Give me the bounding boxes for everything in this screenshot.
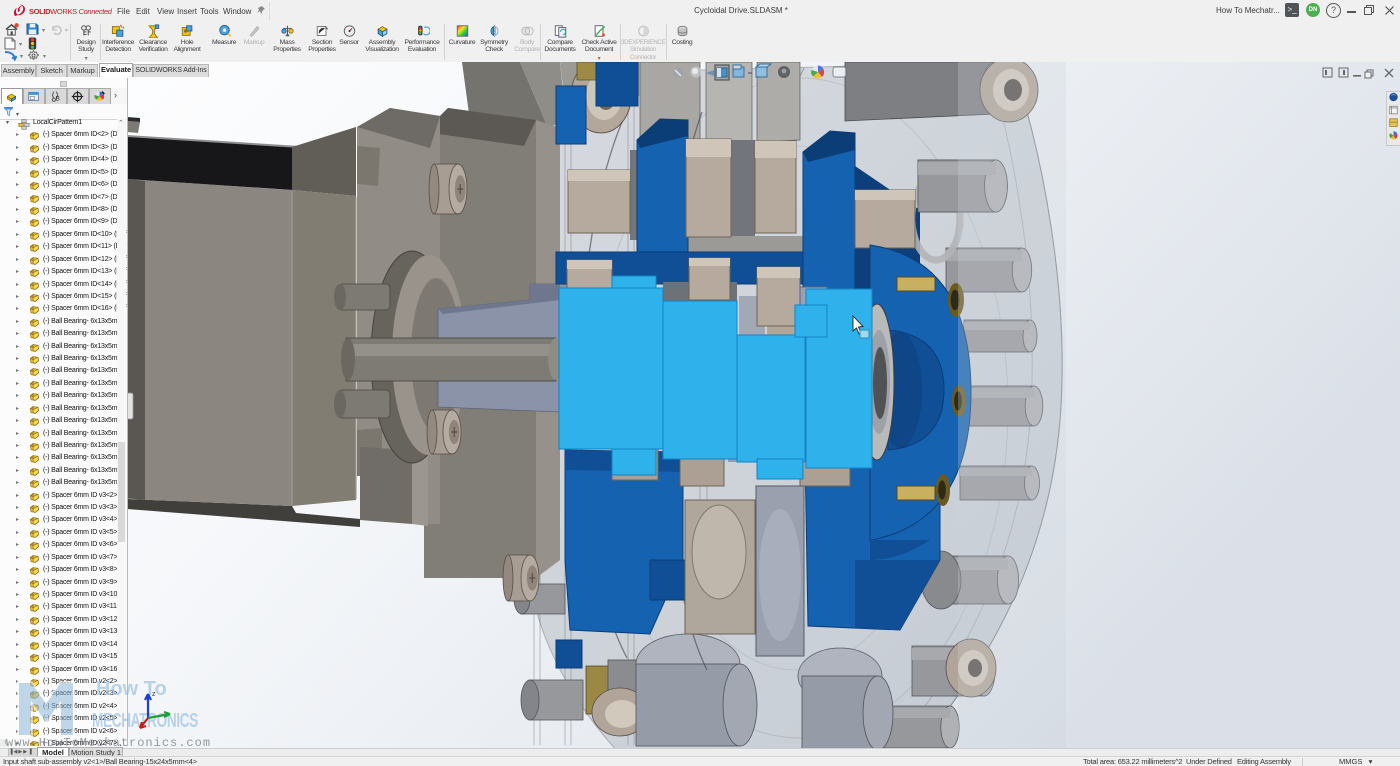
svg-text:z: z xyxy=(152,691,156,698)
svg-text:B: B xyxy=(56,96,60,103)
